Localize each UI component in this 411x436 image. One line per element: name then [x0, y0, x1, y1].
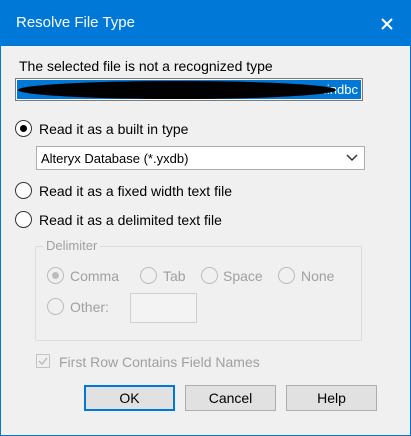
chevron-down-icon [346, 154, 358, 162]
cancel-button[interactable]: Cancel [185, 385, 276, 411]
resolve-file-type-dialog: Resolve File Type The selected file is n… [0, 0, 411, 436]
unrecognized-type-message: The selected file is not a recognized ty… [19, 58, 273, 74]
builtin-type-select-value: Alteryx Database (*.yxdb) [41, 151, 189, 166]
title-bar: Resolve File Type [1, 1, 410, 46]
radio-none-label: None [301, 268, 335, 284]
radio-builtin-label: Read it as a built in type [39, 121, 189, 137]
radio-comma[interactable] [47, 267, 64, 284]
radio-tab[interactable] [140, 267, 157, 284]
radio-fixed-width-label: Read it as a fixed width text file [39, 183, 232, 199]
first-row-label: First Row Contains Field Names [59, 354, 260, 370]
checkmark-icon [38, 357, 48, 366]
first-row-checkbox[interactable] [36, 354, 50, 368]
radio-delimited-label: Read it as a delimited text file [39, 212, 222, 228]
radio-space-label: Space [223, 268, 263, 284]
close-icon [381, 17, 393, 30]
other-delimiter-input[interactable] [130, 293, 197, 323]
redaction-mark [18, 81, 336, 99]
radio-space[interactable] [201, 267, 218, 284]
help-button[interactable]: Help [286, 385, 377, 411]
radio-other[interactable] [47, 298, 64, 315]
ok-button[interactable]: OK [84, 385, 175, 411]
radio-builtin-type[interactable] [15, 120, 32, 137]
radio-other-label: Other: [70, 299, 109, 315]
file-path-field[interactable]: .indbc [15, 78, 363, 101]
delimiter-groupbox [35, 246, 362, 341]
delimiter-legend: Delimiter [43, 238, 101, 253]
radio-none[interactable] [278, 267, 295, 284]
radio-delimited[interactable] [15, 211, 32, 228]
builtin-type-select[interactable]: Alteryx Database (*.yxdb) [36, 146, 365, 170]
radio-tab-label: Tab [163, 268, 186, 284]
window-title: Resolve File Type [16, 14, 135, 31]
radio-comma-label: Comma [70, 268, 120, 284]
close-button[interactable] [364, 1, 410, 46]
radio-fixed-width[interactable] [15, 182, 32, 199]
